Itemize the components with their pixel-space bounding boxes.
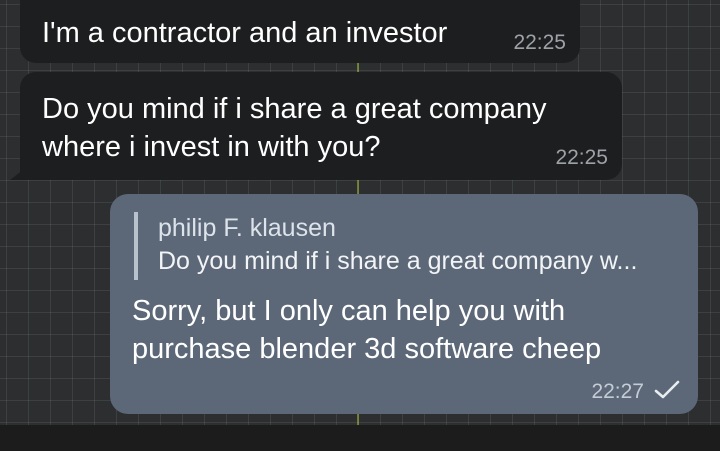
incoming-message-bubble[interactable]: I'm a contractor and an investor 22:25	[20, 0, 580, 63]
message-text-line: Do you mind if i share a great company	[42, 93, 547, 125]
message-time: 22:27	[591, 380, 644, 403]
message-text: I'm a contractor and an investor	[42, 17, 448, 49]
message-time: 22:25	[555, 146, 608, 169]
message-text-line: where i invest in with you?	[42, 131, 381, 163]
outgoing-message-bubble[interactable]: philip F. klausen Do you mind if i share…	[110, 194, 698, 414]
bottom-bar	[0, 425, 720, 451]
chat-background: I'm a contractor and an investor 22:25 D…	[0, 0, 720, 425]
message-time: 22:25	[513, 31, 566, 54]
incoming-message-bubble[interactable]: Do you mind if i share a great company w…	[20, 72, 622, 180]
reply-snippet: Do you mind if i share a great company w…	[158, 247, 638, 275]
reply-quote[interactable]: philip F. klausen Do you mind if i share…	[134, 212, 676, 280]
reply-author: philip F. klausen	[158, 214, 336, 242]
message-text-line: purchase blender 3d software cheep	[132, 333, 602, 365]
check-icon	[654, 380, 680, 399]
message-text-line: Sorry, but I only can help you with	[132, 295, 566, 327]
